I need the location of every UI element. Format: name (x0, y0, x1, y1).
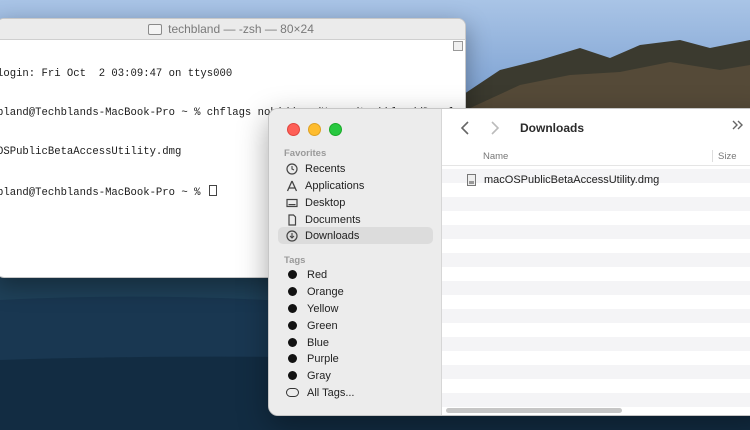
sidebar-tag-red[interactable]: Red (278, 266, 433, 283)
sidebar-item-applications[interactable]: Applications (278, 177, 433, 194)
tag-label: Yellow (307, 302, 339, 315)
column-name-header[interactable]: Name (483, 151, 508, 162)
tag-label: Orange (307, 285, 344, 298)
tag-dot-icon (288, 287, 297, 296)
sidebar-item-label: Desktop (305, 196, 346, 209)
sidebar-tag-yellow[interactable]: Yellow (278, 300, 433, 317)
sidebar-item-label: Applications (305, 179, 365, 192)
file-list-background (442, 169, 750, 407)
tag-dot-icon (288, 338, 297, 347)
list-row-stripe (442, 197, 750, 211)
sidebar-item-label: Downloads (305, 229, 360, 242)
file-row[interactable]: macOSPublicBetaAccessUtility.dmg (442, 169, 750, 191)
toolbar-overflow-button[interactable] (731, 118, 745, 134)
finder-toolbar: Downloads (442, 109, 750, 147)
terminal-scroll-indicator[interactable] (453, 41, 463, 51)
list-row-stripe (442, 225, 750, 239)
sidebar-item-label: Documents (305, 213, 361, 226)
sidebar-item-downloads[interactable]: Downloads (278, 227, 433, 244)
all-tags-icon (286, 388, 299, 397)
tag-dot-icon (288, 354, 297, 363)
sidebar-item-documents[interactable]: Documents (278, 211, 433, 228)
tag-label: Gray (307, 369, 331, 382)
desktop-icon (286, 197, 298, 209)
sidebar-item-recents[interactable]: Recents (278, 160, 433, 177)
minimize-button[interactable] (308, 123, 321, 136)
sidebar-tag-green[interactable]: Green (278, 317, 433, 334)
tag-label: Blue (307, 336, 330, 349)
close-button[interactable] (287, 123, 300, 136)
tag-dot-icon (288, 371, 297, 380)
list-row-stripe (442, 393, 750, 407)
file-name: macOSPublicBetaAccessUtility.dmg (484, 174, 660, 186)
list-row-stripe (442, 323, 750, 337)
download-icon (286, 229, 298, 242)
sidebar-item-label: Recents (305, 162, 346, 175)
chevron-right-icon (491, 121, 500, 135)
sidebar-all-tags[interactable]: All Tags... (278, 384, 433, 401)
column-divider[interactable] (712, 150, 713, 162)
all-tags-label: All Tags... (307, 386, 355, 399)
document-icon (286, 213, 298, 226)
dmg-file-icon (467, 174, 476, 186)
sidebar-tag-purple[interactable]: Purple (278, 350, 433, 367)
tag-label: Green (307, 319, 338, 332)
sidebar-tag-blue[interactable]: Blue (278, 334, 433, 351)
sidebar-tag-gray[interactable]: Gray (278, 367, 433, 384)
list-row-stripe (442, 295, 750, 309)
back-button[interactable] (454, 117, 476, 139)
clock-icon (286, 162, 298, 175)
horizontal-scrollbar[interactable] (446, 408, 622, 413)
column-header: Name Size (442, 147, 750, 166)
forward-button[interactable] (484, 117, 506, 139)
list-row-stripe (442, 211, 750, 225)
window-controls (287, 123, 342, 136)
finder-sidebar: Favorites Recents Applications Desktop D… (269, 109, 442, 415)
list-row-stripe (442, 309, 750, 323)
list-row-stripe (442, 267, 750, 281)
list-row-stripe (442, 365, 750, 379)
terminal-title: techbland — -zsh — 80×24 (168, 22, 314, 36)
list-row-stripe (442, 337, 750, 351)
tag-dot-icon (288, 321, 297, 330)
terminal-prompt: bland@Techblands-MacBook-Pro ~ % (0, 187, 207, 199)
zoom-button[interactable] (329, 123, 342, 136)
tag-label: Red (307, 268, 328, 281)
list-row-stripe (442, 239, 750, 253)
list-row-stripe (442, 253, 750, 267)
finder-content: Downloads Name Size macOSPublicBetaAcces… (442, 109, 750, 415)
list-row-stripe (442, 281, 750, 295)
list-row-stripe (442, 351, 750, 365)
tag-dot-icon (288, 304, 297, 313)
sidebar-item-desktop[interactable]: Desktop (278, 194, 433, 211)
chevron-left-icon (460, 121, 469, 135)
tag-label: Purple (307, 352, 339, 365)
applications-icon (286, 180, 298, 192)
tags-section-title: Tags (284, 255, 306, 266)
text-cursor (208, 185, 217, 196)
list-row-stripe (442, 379, 750, 393)
folder-icon (148, 23, 163, 35)
sidebar-tag-orange[interactable]: Orange (278, 283, 433, 300)
double-chevron-icon (732, 120, 743, 130)
terminal-line: login: Fri Oct 2 03:09:47 on ttys000 (0, 68, 233, 80)
terminal-titlebar[interactable]: techbland — -zsh — 80×24 (0, 19, 465, 40)
tag-dot-icon (288, 270, 297, 279)
column-size-header[interactable]: Size (718, 151, 736, 162)
finder-window[interactable]: Favorites Recents Applications Desktop D… (268, 108, 750, 416)
window-title: Downloads (520, 121, 585, 135)
favorites-section-title: Favorites (284, 148, 327, 159)
